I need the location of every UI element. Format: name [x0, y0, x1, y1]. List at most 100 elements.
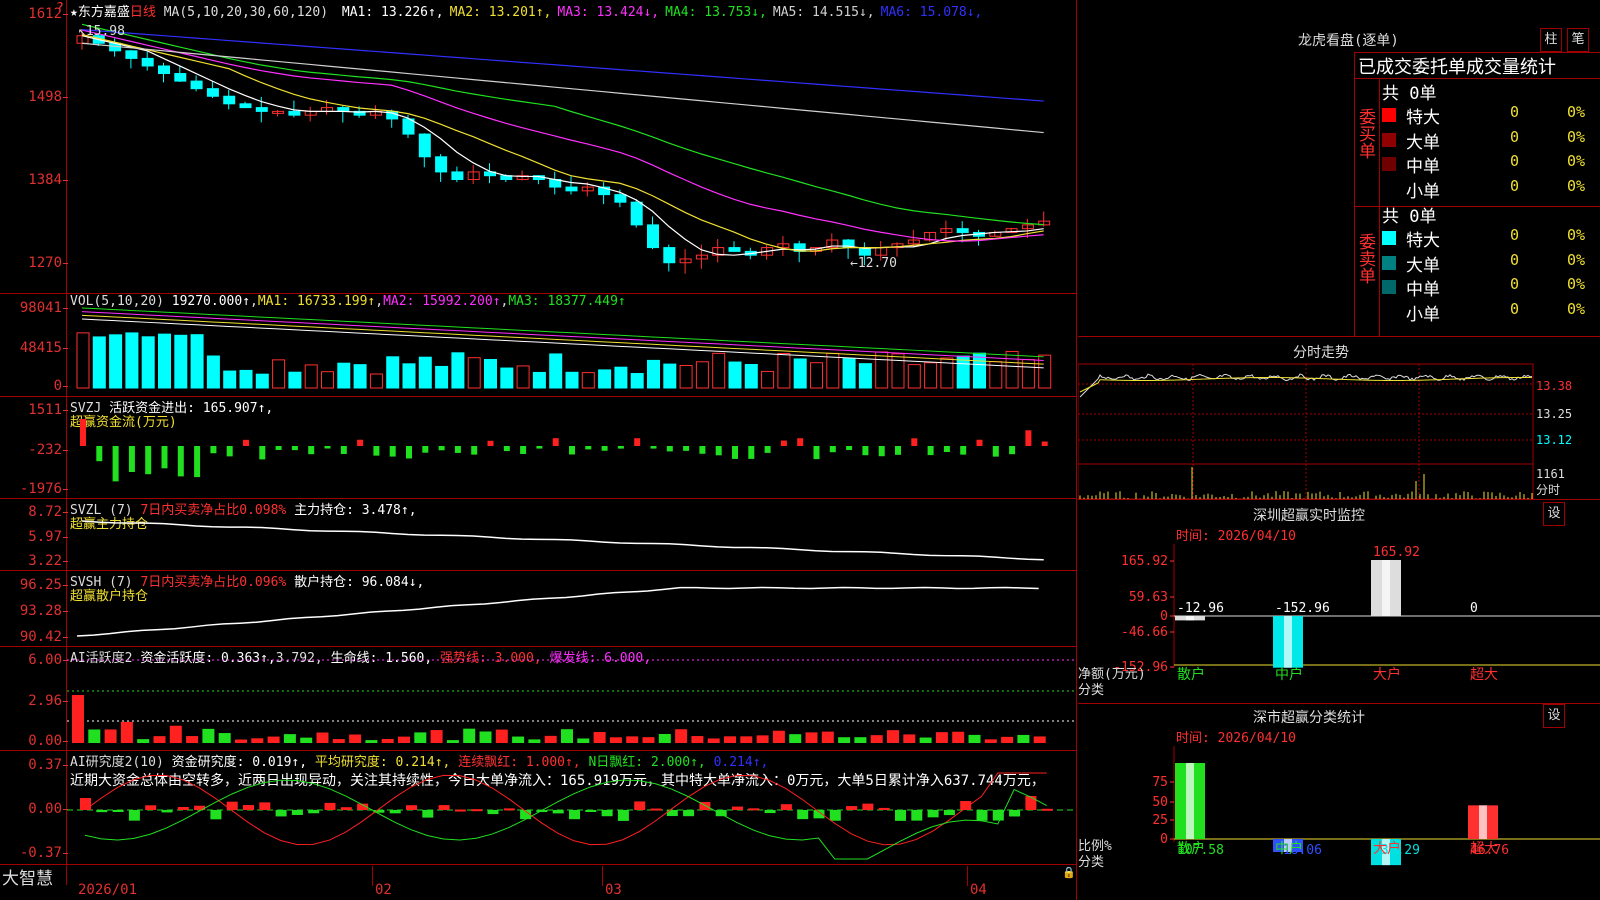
- flow-bar: [471, 446, 478, 455]
- flow-bar: [748, 446, 755, 459]
- flow-bar: [813, 446, 820, 460]
- ai-active-bar: [642, 737, 655, 743]
- volume-bar: [272, 359, 286, 389]
- ai-active-bar: [88, 729, 101, 743]
- main-hold-y-tick: 5.97: [0, 529, 68, 545]
- ai-active-bar: [870, 735, 883, 743]
- bar-category-label: 散户: [1177, 840, 1205, 857]
- research-bar: [259, 802, 271, 810]
- ai-active-bar: [446, 740, 459, 743]
- monitor-title: 深圳超赢实时监控: [1253, 508, 1365, 524]
- volume-bar: [223, 370, 237, 389]
- flow-bar: [911, 438, 918, 446]
- ai-active-bar: [561, 729, 573, 743]
- research-bar: [634, 801, 646, 810]
- volume-bar: [386, 356, 400, 389]
- candle: [647, 224, 659, 249]
- tick-view-button[interactable]: 笔: [1567, 28, 1589, 52]
- research-bar: [1025, 796, 1037, 810]
- flow-bar: [243, 439, 249, 446]
- ar-y-tick: 0.37: [0, 757, 68, 773]
- research-bar: [683, 810, 695, 817]
- bar-value-label: 0: [1470, 601, 1478, 616]
- flow-bar: [943, 446, 950, 453]
- volume-bar: [190, 334, 204, 389]
- lock-icon[interactable]: 🔒: [1062, 866, 1076, 879]
- volume-bar: [712, 352, 726, 389]
- flow-bar: [617, 446, 624, 449]
- order-percent: 0%: [1567, 152, 1586, 170]
- legend-square: [1382, 255, 1396, 270]
- fund-flow-chart: [80, 419, 1048, 482]
- flow-bar: [797, 438, 804, 446]
- candle: [125, 50, 138, 59]
- flow-bar: [128, 446, 135, 472]
- volume-bar: [125, 332, 139, 389]
- flow-bar: [569, 446, 575, 455]
- bar-view-button[interactable]: 柱: [1540, 28, 1562, 52]
- intraday-tick: 13.38: [1536, 379, 1572, 393]
- legend-square: [1382, 108, 1396, 122]
- bar-value-label: -12.96: [1177, 601, 1224, 616]
- flow-bar: [291, 446, 298, 451]
- volume-bar: [728, 361, 742, 389]
- research-bar: [895, 810, 906, 821]
- research-bar: [715, 810, 727, 817]
- ai-active-bar: [658, 733, 671, 743]
- monitor-settings-button[interactable]: 设: [1543, 502, 1565, 526]
- flow-bar: [308, 446, 315, 455]
- ai-active-bar: [609, 737, 622, 743]
- ar-y-tick: 0.00: [0, 801, 68, 817]
- flow-bar: [601, 446, 608, 451]
- bar-category-label: 大户: [1373, 666, 1401, 683]
- flow-bar: [829, 446, 836, 453]
- order-count: 0: [1510, 127, 1520, 146]
- sell-side-label: 委卖单: [1355, 233, 1375, 284]
- x-label-apr: 04: [970, 882, 987, 898]
- volume-bar: [630, 373, 644, 389]
- volume-bar: [924, 362, 938, 389]
- intraday-tick: 13.12: [1536, 433, 1572, 447]
- ai-active-bar: [1033, 736, 1046, 743]
- order-size-label: 大单: [1406, 132, 1440, 153]
- volume-bar: [549, 353, 563, 389]
- ai-active-bar: [202, 728, 215, 743]
- ai-active-bar: [887, 730, 899, 743]
- ai-active-bar: [169, 725, 182, 743]
- candle: [565, 186, 578, 192]
- research-bar: [226, 801, 238, 810]
- kline-area[interactable]: ★东方嘉盛日线 MA(5,10,20,30,60,120) MA1: 13.22…: [0, 0, 1078, 900]
- ai-active-bar: [675, 729, 688, 743]
- flow-bar: [536, 446, 543, 449]
- bar-category-label: 中户: [1275, 666, 1303, 683]
- volume-bar: [810, 362, 823, 389]
- legend-square: [1382, 157, 1396, 171]
- intraday-chart[interactable]: 13.38 13.25 13.12 1161 分时: [1078, 362, 1600, 499]
- volume-bar: [337, 362, 351, 389]
- volume-bar: [418, 356, 432, 389]
- flow-bar: [520, 446, 527, 454]
- research-bar: [878, 807, 890, 810]
- research-bar: [1009, 810, 1021, 817]
- ai-active-bar: [186, 736, 199, 743]
- volume-bar: [891, 353, 905, 389]
- order-size-label: 特大: [1406, 231, 1440, 251]
- volume-bar: [875, 351, 889, 389]
- flow-bar: [846, 446, 853, 451]
- bar-y-tick: 50: [1152, 795, 1168, 810]
- ai-active-bar: [235, 739, 247, 743]
- flow-bar: [585, 446, 592, 450]
- research-bar: [764, 810, 776, 814]
- flow-bar: [357, 439, 364, 446]
- buy-total: 共 0单: [1382, 84, 1437, 104]
- legend-square: [1382, 280, 1396, 294]
- bar-category-axis-label: 分类: [1078, 855, 1104, 870]
- volume-bar: [1005, 350, 1019, 389]
- order-count: 0: [1510, 176, 1520, 195]
- research-bar: [617, 810, 629, 821]
- retail-holding-chart: [76, 586, 1039, 637]
- retail-holding-line: [76, 586, 1039, 637]
- ai-active-bar: [756, 735, 769, 743]
- classify-settings-button[interactable]: 设: [1543, 704, 1565, 728]
- research-bar: [569, 810, 580, 820]
